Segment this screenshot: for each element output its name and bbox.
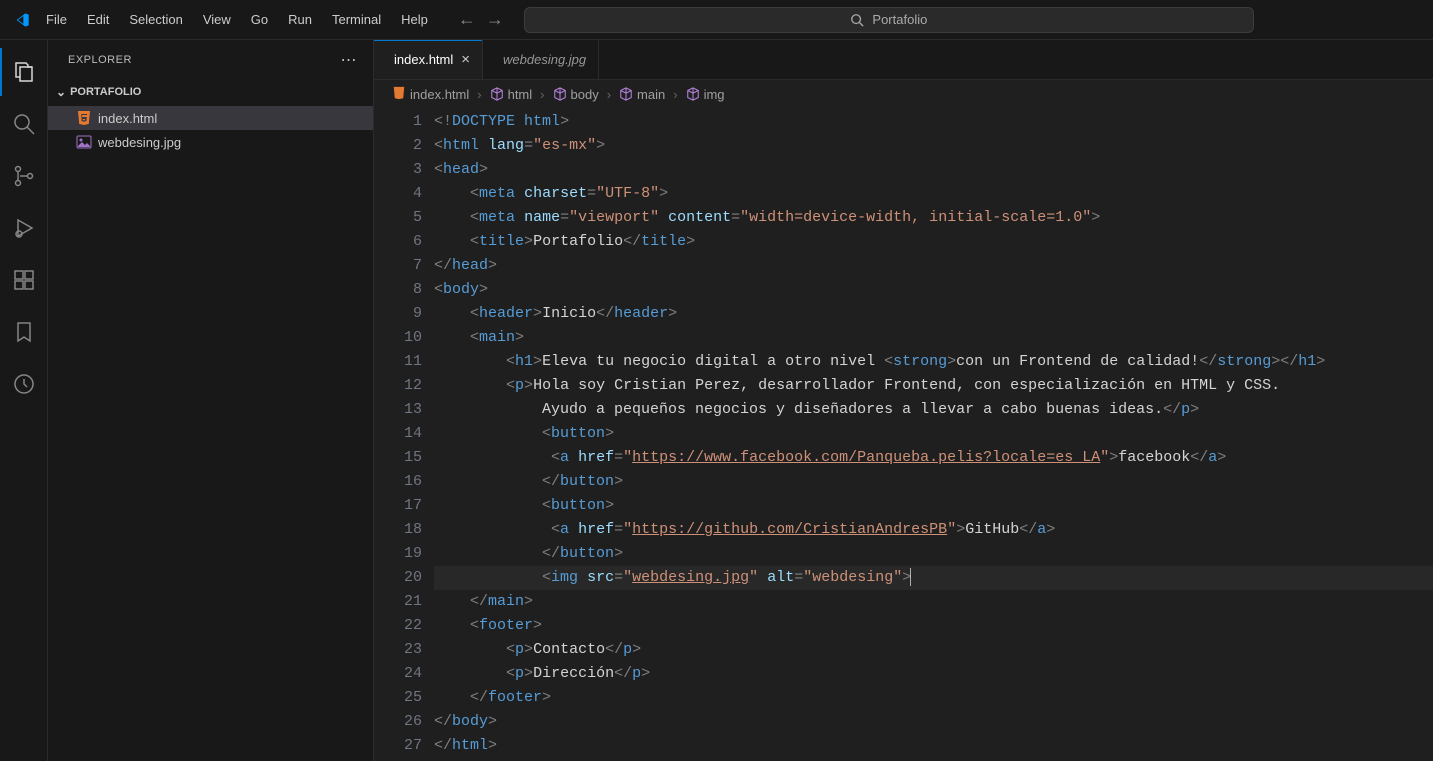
menu-run[interactable]: Run bbox=[278, 0, 322, 40]
run-debug-activity-icon[interactable] bbox=[0, 204, 48, 252]
folder-name: PORTAFOLIO bbox=[70, 86, 141, 98]
extensions-activity-icon[interactable] bbox=[0, 256, 48, 304]
code-lines[interactable]: <!DOCTYPE html><html lang="es-mx"><head>… bbox=[434, 108, 1433, 761]
tab-webdesing.jpg[interactable]: webdesing.jpg bbox=[483, 40, 599, 79]
editor-group: index.html×webdesing.jpg index.html›html… bbox=[374, 40, 1433, 761]
line-numbers: 1234567891011121314151617181920212223242… bbox=[374, 108, 434, 761]
explorer-sidebar: EXPLORER ⋯ ⌄ PORTAFOLIO index.htmlwebdes… bbox=[48, 40, 374, 761]
folder-header[interactable]: ⌄ PORTAFOLIO bbox=[48, 80, 373, 104]
menu-edit[interactable]: Edit bbox=[77, 0, 119, 40]
breadcrumb-index.html[interactable]: index.html bbox=[392, 86, 469, 103]
breadcrumb-main[interactable]: main bbox=[619, 87, 665, 102]
tab-index.html[interactable]: index.html× bbox=[374, 40, 483, 79]
vscode-logo-icon bbox=[8, 12, 36, 28]
breadcrumb-body[interactable]: body bbox=[553, 87, 599, 102]
command-center-search[interactable]: Portafolio bbox=[524, 7, 1254, 33]
bookmark-activity-icon[interactable] bbox=[0, 308, 48, 356]
menu-selection[interactable]: Selection bbox=[119, 0, 192, 40]
timeline-activity-icon[interactable] bbox=[0, 360, 48, 408]
file-webdesing.jpg[interactable]: webdesing.jpg bbox=[48, 130, 373, 154]
menu-terminal[interactable]: Terminal bbox=[322, 0, 391, 40]
nav-forward-icon[interactable]: → bbox=[486, 9, 504, 30]
file-tree: index.htmlwebdesing.jpg bbox=[48, 104, 373, 154]
menu-view[interactable]: View bbox=[193, 0, 241, 40]
search-activity-icon[interactable] bbox=[0, 100, 48, 148]
close-icon[interactable]: × bbox=[461, 51, 470, 68]
main-menu: FileEditSelectionViewGoRunTerminalHelp bbox=[36, 0, 438, 40]
editor-tabs: index.html×webdesing.jpg bbox=[374, 40, 1433, 80]
nav-back-icon[interactable]: ← bbox=[458, 9, 476, 30]
source-control-activity-icon[interactable] bbox=[0, 152, 48, 200]
explorer-more-icon[interactable]: ⋯ bbox=[341, 50, 358, 70]
menu-go[interactable]: Go bbox=[241, 0, 278, 40]
menu-help[interactable]: Help bbox=[391, 0, 438, 40]
explorer-activity-icon[interactable] bbox=[0, 48, 48, 96]
title-bar: FileEditSelectionViewGoRunTerminalHelp ←… bbox=[0, 0, 1433, 40]
search-label: Portafolio bbox=[872, 12, 927, 27]
breadcrumb-img[interactable]: img bbox=[686, 87, 725, 102]
menu-file[interactable]: File bbox=[36, 0, 77, 40]
code-editor[interactable]: 1234567891011121314151617181920212223242… bbox=[374, 108, 1433, 761]
activity-bar bbox=[0, 40, 48, 761]
search-icon bbox=[850, 13, 864, 27]
chevron-down-icon: ⌄ bbox=[56, 85, 66, 99]
explorer-title: EXPLORER bbox=[68, 54, 132, 66]
breadcrumbs[interactable]: index.html›html›body›main›img bbox=[374, 80, 1433, 108]
file-index.html[interactable]: index.html bbox=[48, 106, 373, 130]
breadcrumb-html[interactable]: html bbox=[490, 87, 533, 102]
